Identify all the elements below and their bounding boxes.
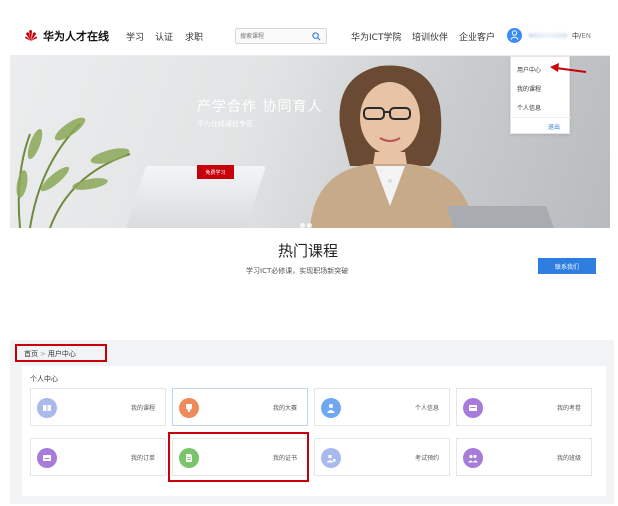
huawei-logo-icon (25, 30, 37, 41)
menu-item-user-center[interactable]: 用户中心 (517, 65, 541, 74)
card-label: 我的课程 (130, 405, 155, 412)
search-box[interactable] (235, 28, 327, 44)
blurred-username (528, 33, 568, 38)
card-label: 考试预约 (414, 455, 439, 462)
menu-divider (511, 117, 571, 118)
card-label: 我的班级 (556, 455, 581, 462)
card-personal-info[interactable]: 个人信息 (314, 388, 450, 426)
laptop-decoration (125, 166, 267, 228)
red-arrow-annotation-icon (550, 63, 587, 73)
menu-item-personal-info[interactable]: 个人信息 (517, 103, 541, 112)
breadcrumb-current: 用户中心 (47, 350, 76, 358)
language-switch[interactable]: 中/EN (572, 31, 591, 41)
trophy-icon (179, 398, 199, 418)
nav-learn[interactable]: 学习 (126, 30, 144, 43)
breadcrumb-separator: > (40, 350, 46, 358)
laptop-right-decoration (445, 206, 555, 228)
card-label: 我的考卷 (556, 405, 581, 412)
user-center-screenshot: 首页 > 用户中心 个人中心 我的课程 我的大赛 个人信息 我的考卷 我的订单 … (10, 340, 614, 504)
carousel-dot[interactable] (300, 223, 305, 228)
appointment-icon (321, 448, 341, 468)
breadcrumb-home[interactable]: 首页 (24, 350, 38, 358)
top-header: 华为人才在线 学习 认证 求职 华为ICT学院 培训伙伴 企业客户 中/EN (10, 16, 610, 56)
card-exam-appointment[interactable]: 考试预约 (314, 438, 450, 476)
woman-photo (310, 65, 475, 228)
hot-courses-subtitle: 学习ICT必修课，实现职场新突破 (246, 267, 349, 274)
contact-us-button[interactable]: 联系我们 (538, 258, 596, 274)
panel-title: 个人中心 (30, 375, 58, 383)
breadcrumb: 首页 > 用户中心 (24, 349, 76, 359)
carousel-dots[interactable] (300, 213, 314, 228)
search-input[interactable] (240, 31, 310, 42)
person-icon (321, 398, 341, 418)
card-my-exams[interactable]: 我的考卷 (456, 388, 592, 426)
brand-name[interactable]: 华为人才在线 (43, 28, 109, 44)
course-icon (37, 398, 57, 418)
order-icon (37, 448, 57, 468)
personal-center-panel: 个人中心 我的课程 我的大赛 个人信息 我的考卷 我的订单 我的证书 考试预约 … (22, 366, 606, 496)
carousel-dot[interactable] (307, 223, 312, 228)
card-label: 我的大赛 (272, 405, 297, 412)
nav-jobs[interactable]: 求职 (185, 30, 203, 43)
user-avatar[interactable] (507, 28, 522, 43)
menu-item-logout[interactable]: 退出 (548, 122, 560, 131)
banner-subtitle: 华为在线课程专区 (197, 120, 253, 128)
card-my-orders[interactable]: 我的订单 (30, 438, 166, 476)
nav-certification[interactable]: 认证 (155, 30, 173, 43)
banner-title: 产学合作 协同育人 (197, 99, 323, 115)
hot-courses-title: 热门课程 (278, 242, 339, 260)
nav-training-partner[interactable]: 培训伙伴 (412, 30, 448, 43)
card-my-classes[interactable]: 我的班级 (456, 438, 592, 476)
menu-item-my-courses[interactable]: 我的课程 (517, 84, 541, 93)
card-my-courses[interactable]: 我的课程 (30, 388, 166, 426)
nav-enterprise[interactable]: 企业客户 (459, 30, 495, 43)
class-icon (463, 448, 483, 468)
homepage-screenshot: 华为人才在线 学习 认证 求职 华为ICT学院 培训伙伴 企业客户 中/EN (10, 16, 610, 274)
search-icon[interactable] (312, 32, 321, 41)
user-icon (510, 30, 519, 40)
nav-ict-academy[interactable]: 华为ICT学院 (351, 30, 401, 43)
certificate-highlight-box (168, 432, 309, 482)
lang-en[interactable]: EN (581, 32, 591, 40)
card-my-contests[interactable]: 我的大赛 (172, 388, 308, 426)
lang-cn[interactable]: 中 (572, 32, 579, 40)
card-label: 个人信息 (414, 405, 439, 412)
exam-icon (463, 398, 483, 418)
card-label: 我的订单 (130, 455, 155, 462)
free-learn-button[interactable]: 免费学习 (197, 165, 234, 179)
